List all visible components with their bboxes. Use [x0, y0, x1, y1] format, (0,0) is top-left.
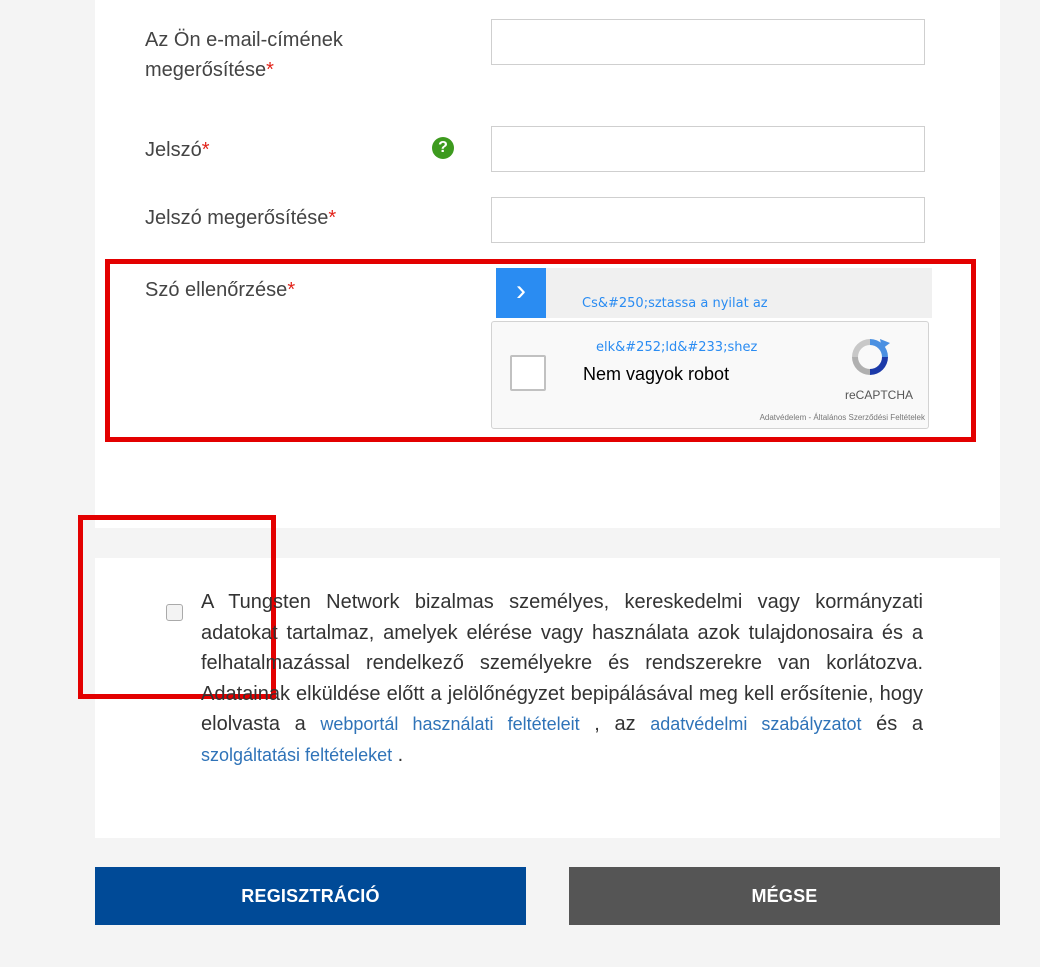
cancel-button[interactable]: MÉGSE	[569, 867, 1000, 925]
captcha-highlight-box	[105, 259, 976, 442]
confirm-email-label-line1: Az Ön e-mail-címének	[145, 29, 343, 51]
confirm-email-label: Az Ön e-mail-címének megerősítése*	[145, 25, 343, 85]
confirm-email-field[interactable]	[491, 19, 925, 65]
password-label-text: Jelszó	[145, 139, 202, 161]
password-field[interactable]	[491, 126, 925, 172]
terms-text-part4: .	[392, 743, 404, 766]
register-button[interactable]: REGISZTRÁCIÓ	[95, 867, 526, 925]
password-confirm-label-text: Jelszó megerősítése	[145, 207, 329, 229]
page-background-left	[0, 0, 95, 967]
help-icon[interactable]: ?	[432, 137, 454, 159]
required-mark: *	[328, 207, 337, 229]
service-terms-link[interactable]: szolgáltatási feltételeket	[201, 745, 392, 765]
terms-text: A Tungsten Network bizalmas személyes, k…	[201, 587, 923, 770]
terms-checkbox[interactable]	[166, 604, 183, 621]
password-confirm-label: Jelszó megerősítése*	[145, 203, 336, 233]
terms-text-part2: , az	[579, 713, 651, 735]
web-portal-terms-link[interactable]: webportál használati feltételeit	[320, 714, 579, 734]
terms-text-part3: és a	[861, 713, 923, 735]
password-confirm-field[interactable]	[491, 197, 925, 243]
required-mark: *	[266, 59, 274, 81]
page-background-right	[1000, 0, 1040, 967]
confirm-email-label-line2: megerősítése	[145, 59, 267, 81]
password-label: Jelszó*	[145, 135, 210, 165]
required-mark: *	[201, 139, 210, 161]
privacy-policy-link[interactable]: adatvédelmi szabályzatot	[650, 714, 861, 734]
